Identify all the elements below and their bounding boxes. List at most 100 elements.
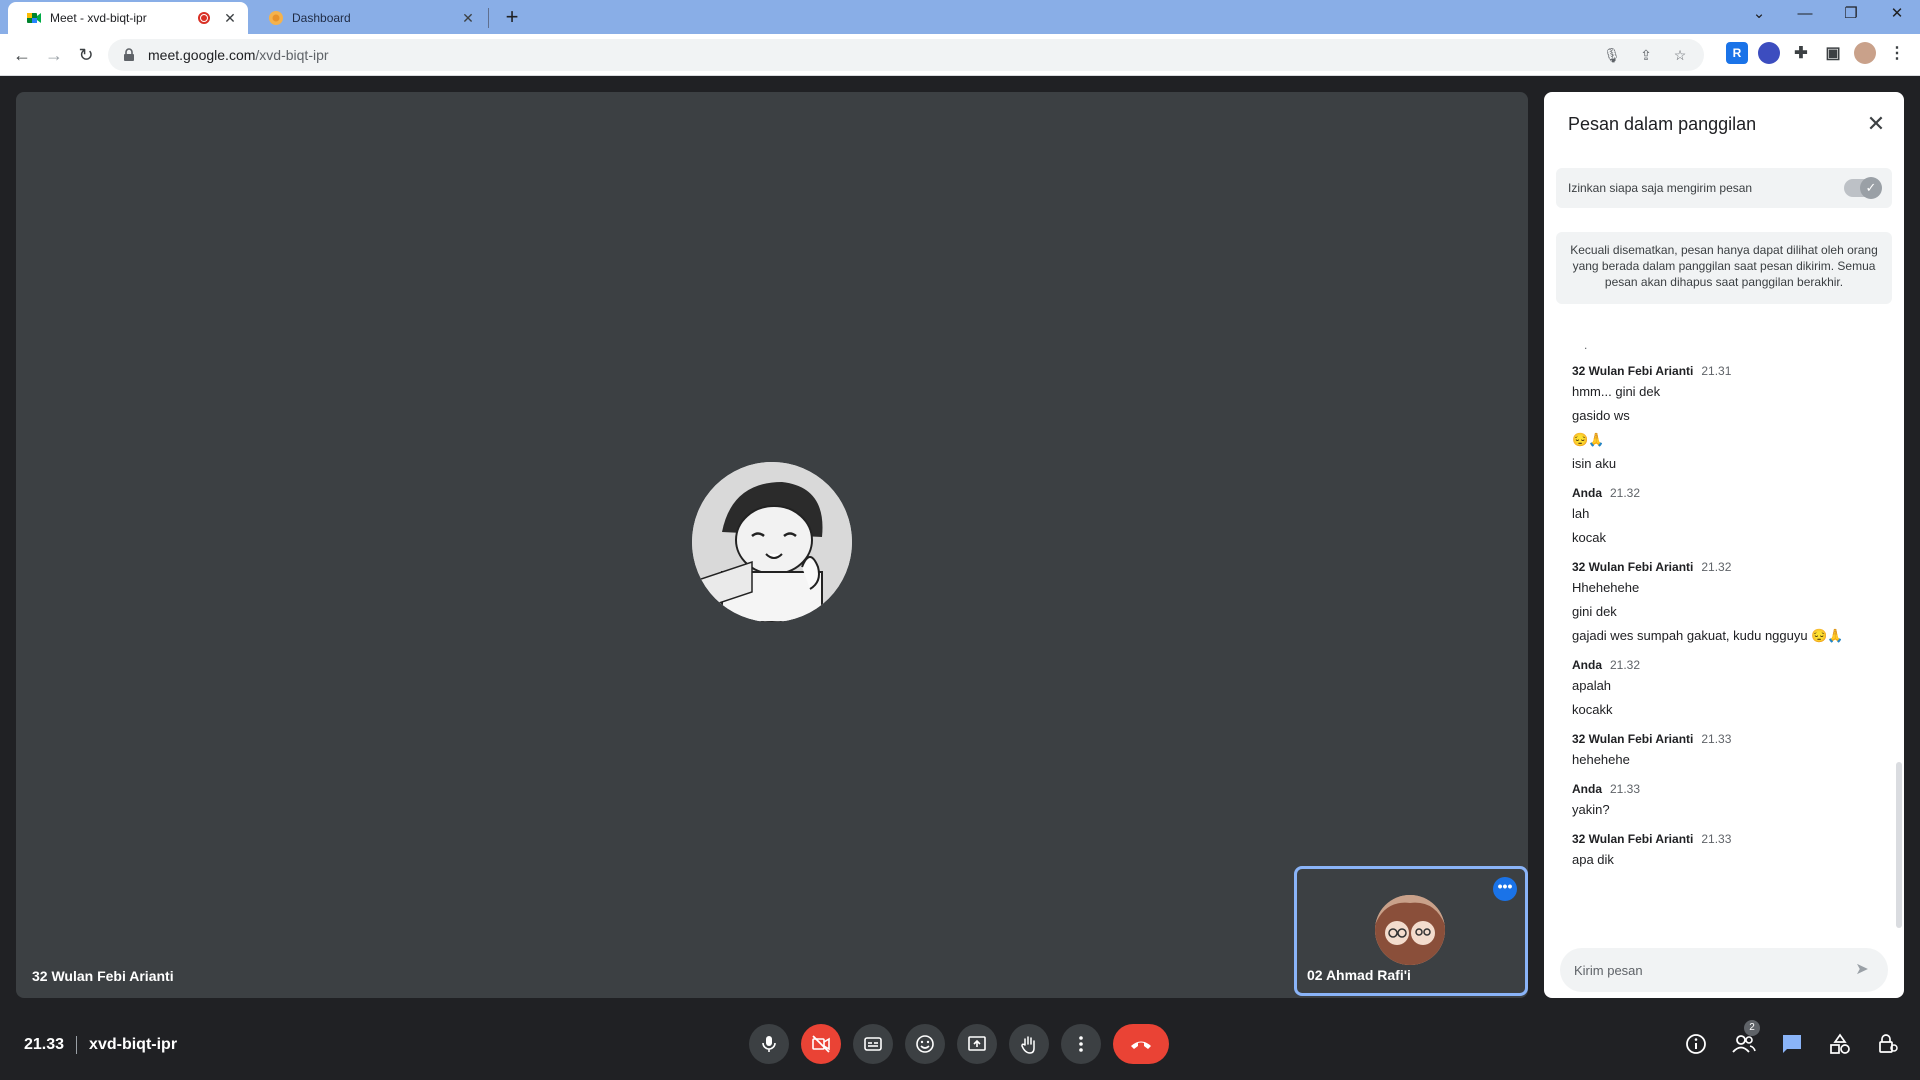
allow-messages-label: Izinkan siapa saja mengirim pesan bbox=[1568, 181, 1753, 195]
new-tab-button[interactable]: + bbox=[498, 4, 526, 30]
lock-icon bbox=[124, 48, 134, 61]
send-icon[interactable]: ➤ bbox=[1850, 958, 1874, 982]
message-sender: Anda bbox=[1572, 486, 1602, 500]
message-text: Hhehehehe bbox=[1572, 580, 1640, 595]
self-avatar bbox=[1375, 895, 1445, 965]
message-text: 😔🙏 bbox=[1572, 432, 1605, 447]
back-button[interactable]: ← bbox=[8, 41, 36, 69]
self-view-tile[interactable]: ••• 02 Ahmad Rafi'i bbox=[1294, 866, 1528, 996]
meeting-info: 21.33 xvd-biqt-ipr bbox=[24, 1036, 177, 1054]
message-list: . 32 Wulan Febi Arianti 21.31 hmm... gini… bbox=[1572, 338, 1882, 882]
dashboard-favicon-icon bbox=[269, 11, 283, 25]
more-options-button[interactable] bbox=[1061, 1024, 1101, 1064]
tab-meet[interactable]: Meet - xvd-biqt-ipr ✕ bbox=[8, 2, 248, 34]
tab-title: Meet - xvd-biqt-ipr bbox=[50, 11, 147, 25]
minimize-button[interactable]: — bbox=[1782, 0, 1828, 30]
chat-panel: Pesan dalam panggilan ✕ Izinkan siapa sa… bbox=[1544, 92, 1904, 998]
chat-button[interactable] bbox=[1776, 1024, 1808, 1064]
message-text: apalah bbox=[1572, 678, 1612, 693]
info-icon bbox=[1686, 1034, 1706, 1054]
people-button[interactable]: 2 bbox=[1728, 1020, 1760, 1064]
captions-button[interactable] bbox=[853, 1024, 893, 1064]
chrome-menu-icon[interactable]: ⋮ bbox=[1886, 42, 1908, 64]
participant-count-badge: 2 bbox=[1744, 1020, 1760, 1036]
message-sender: Anda bbox=[1572, 782, 1602, 796]
share-icon[interactable]: ⇪ bbox=[1636, 45, 1656, 65]
reload-button[interactable]: ↻ bbox=[72, 41, 100, 69]
meeting-details-button[interactable] bbox=[1680, 1024, 1712, 1064]
camera-off-icon bbox=[812, 1035, 830, 1053]
message-group: Anda 21.32 lah kocak bbox=[1572, 486, 1882, 546]
microphone-button[interactable] bbox=[749, 1024, 789, 1064]
allow-messages-setting: Izinkan siapa saja mengirim pesan ✓ bbox=[1556, 168, 1892, 208]
message-time: 21.33 bbox=[1610, 782, 1641, 796]
message-group: 32 Wulan Febi Arianti 21.31 hmm... gini d… bbox=[1572, 364, 1882, 472]
present-screen-button[interactable] bbox=[957, 1024, 997, 1064]
more-options-icon[interactable]: ••• bbox=[1493, 877, 1517, 901]
message-group: 32 Wulan Febi Arianti 21.32 Hhehehehe gin… bbox=[1572, 560, 1882, 644]
side-panel-icon[interactable]: ▣ bbox=[1822, 42, 1844, 64]
chat-notice: Kecuali disematkan, pesan hanya dapat di… bbox=[1556, 232, 1892, 304]
check-icon: ✓ bbox=[1860, 177, 1882, 199]
self-participant-name: 02 Ahmad Rafi'i bbox=[1307, 967, 1411, 983]
divider bbox=[76, 1036, 78, 1054]
close-window-button[interactable]: ✕ bbox=[1874, 0, 1920, 30]
message-group: 32 Wulan Febi Arianti 21.33 hehehehe bbox=[1572, 732, 1882, 768]
microphone-icon[interactable]: 🎙 bbox=[1602, 45, 1622, 65]
tab-search-icon[interactable]: ⌄ bbox=[1736, 0, 1782, 30]
bookmark-star-icon[interactable]: ☆ bbox=[1670, 45, 1690, 65]
message-text: lah bbox=[1572, 506, 1590, 521]
activities-button[interactable] bbox=[1824, 1024, 1856, 1064]
emoji-reaction-button[interactable] bbox=[905, 1024, 945, 1064]
meeting-clock: 21.33 bbox=[24, 1036, 65, 1053]
restore-button[interactable]: ❐ bbox=[1828, 0, 1874, 30]
message-group: 32 Wulan Febi Arianti 21.33 apa dik bbox=[1572, 832, 1882, 868]
extension-r-icon[interactable]: R bbox=[1726, 42, 1748, 64]
people-icon bbox=[1732, 1035, 1756, 1053]
message-text: hmm... gini dek bbox=[1572, 384, 1661, 399]
message-time: 21.31 bbox=[1701, 364, 1732, 378]
stray-text: . bbox=[1584, 338, 1588, 352]
google-meet-icon bbox=[27, 13, 41, 23]
captions-icon bbox=[864, 1037, 882, 1051]
host-controls-button[interactable] bbox=[1872, 1024, 1904, 1064]
message-text: kocak bbox=[1572, 530, 1606, 545]
message-text: kocakk bbox=[1572, 702, 1613, 717]
user-avatar[interactable] bbox=[1854, 42, 1876, 64]
tab-dashboard[interactable]: Dashboard ✕ bbox=[250, 2, 486, 34]
url-text: meet.google.com/xvd-biqt-ipr bbox=[148, 47, 329, 63]
meet-app: 32 Wulan Febi Arianti ••• 02 Ahmad Rafi'… bbox=[0, 76, 1920, 1080]
browser-toolbar: ← → ↻ meet.google.com/xvd-biqt-ipr 🎙 ⇪ ☆… bbox=[0, 34, 1920, 76]
tab-title: Dashboard bbox=[292, 11, 351, 25]
chat-panel-title: Pesan dalam panggilan bbox=[1568, 114, 1757, 134]
message-time: 21.32 bbox=[1610, 658, 1641, 672]
close-tab-icon[interactable]: ✕ bbox=[222, 10, 238, 27]
message-text: gini dek bbox=[1572, 604, 1617, 619]
message-time: 21.33 bbox=[1701, 832, 1732, 846]
meeting-code: xvd-biqt-ipr bbox=[89, 1036, 178, 1053]
message-text: gajadi wes sumpah gakuat, kudu ngguyu 😔🙏 bbox=[1572, 628, 1844, 643]
raise-hand-button[interactable] bbox=[1009, 1024, 1049, 1064]
present-icon bbox=[968, 1036, 986, 1051]
extension-profile-icon[interactable] bbox=[1758, 42, 1780, 64]
forward-button[interactable]: → bbox=[40, 41, 68, 69]
message-input[interactable] bbox=[1574, 962, 1850, 978]
close-chat-icon[interactable]: ✕ bbox=[1862, 110, 1890, 138]
url-path: /xvd-biqt-ipr bbox=[255, 47, 329, 63]
address-bar[interactable]: meet.google.com/xvd-biqt-ipr 🎙 ⇪ ☆ bbox=[108, 39, 1704, 71]
extensions-puzzle-icon[interactable]: ✚ bbox=[1790, 42, 1812, 64]
message-sender: 32 Wulan Febi Arianti bbox=[1572, 560, 1694, 574]
allow-messages-toggle[interactable]: ✓ bbox=[1844, 177, 1882, 199]
leave-call-button[interactable] bbox=[1113, 1024, 1169, 1064]
chat-scrollbar[interactable] bbox=[1896, 762, 1902, 928]
message-sender: Anda bbox=[1572, 658, 1602, 672]
chat-icon bbox=[1783, 1035, 1801, 1053]
message-group: Anda 21.32 apalah kocakk bbox=[1572, 658, 1882, 718]
participant-avatar bbox=[692, 462, 852, 622]
message-text: gasido ws bbox=[1572, 408, 1630, 423]
camera-off-button[interactable] bbox=[801, 1024, 841, 1064]
main-participant-tile: 32 Wulan Febi Arianti ••• 02 Ahmad Rafi'… bbox=[16, 92, 1528, 998]
more-vert-icon bbox=[1079, 1036, 1083, 1052]
close-tab-icon[interactable]: ✕ bbox=[460, 10, 476, 27]
message-time: 21.33 bbox=[1701, 732, 1732, 746]
